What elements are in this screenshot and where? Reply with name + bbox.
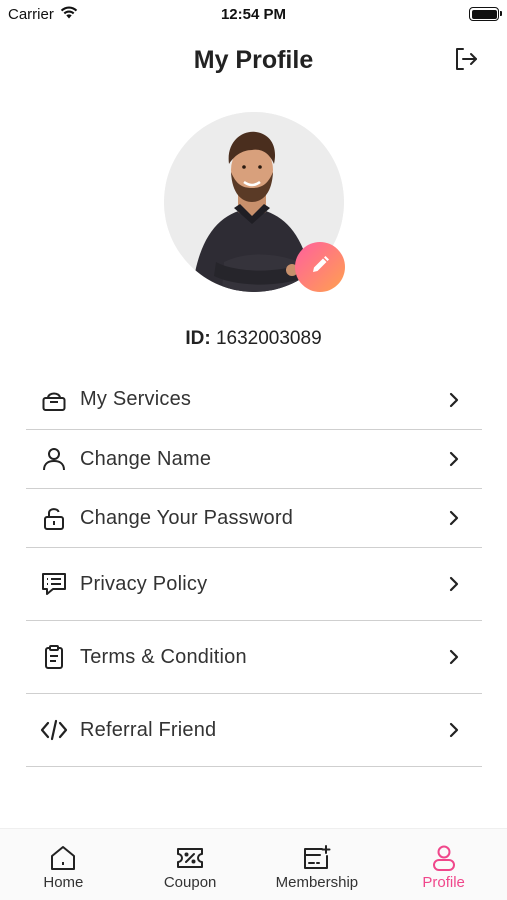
battery-icon bbox=[469, 7, 502, 21]
menu-item-label: Privacy Policy bbox=[80, 572, 208, 595]
nav-home[interactable]: Home bbox=[0, 829, 127, 900]
chevron-right-icon bbox=[446, 649, 462, 665]
nav-label: Profile bbox=[422, 874, 465, 891]
page-title: My Profile bbox=[193, 46, 314, 74]
nav-coupon[interactable]: Coupon bbox=[127, 829, 254, 900]
chevron-right-icon bbox=[446, 451, 462, 467]
menu-item-privacy-policy[interactable]: Privacy Policy bbox=[26, 548, 482, 621]
lock-box-icon bbox=[40, 386, 68, 414]
menu-item-change-name[interactable]: Change Name bbox=[26, 430, 482, 489]
user-id: ID: 1632003089 bbox=[0, 328, 507, 350]
menu-item-terms-condition[interactable]: Terms & Condition bbox=[26, 621, 482, 694]
edit-avatar-button[interactable] bbox=[295, 242, 345, 292]
chevron-right-icon bbox=[446, 392, 462, 408]
nav-membership[interactable]: Membership bbox=[254, 829, 381, 900]
chevron-right-icon bbox=[446, 576, 462, 592]
menu-item-referral-friend[interactable]: Referral Friend bbox=[26, 694, 482, 767]
clipboard-icon bbox=[40, 643, 68, 671]
profile-menu: My Services Change Name Change Your Pass… bbox=[26, 370, 482, 767]
logout-icon bbox=[453, 46, 479, 77]
padlock-icon bbox=[40, 504, 68, 532]
code-icon bbox=[40, 716, 68, 744]
chevron-right-icon bbox=[446, 510, 462, 526]
logout-button[interactable] bbox=[451, 46, 481, 76]
menu-item-change-password[interactable]: Change Your Password bbox=[26, 489, 482, 548]
nav-label: Membership bbox=[275, 874, 359, 891]
chevron-right-icon bbox=[446, 722, 462, 738]
menu-item-label: My Services bbox=[80, 388, 192, 410]
message-list-icon bbox=[40, 570, 68, 598]
nav-label: Coupon bbox=[163, 874, 217, 891]
menu-item-label: Terms & Condition bbox=[80, 645, 247, 668]
home-icon bbox=[48, 843, 78, 873]
coupon-icon bbox=[175, 843, 205, 873]
nav-profile[interactable]: Profile bbox=[380, 829, 507, 900]
membership-card-icon bbox=[302, 843, 332, 873]
menu-item-my-services[interactable]: My Services bbox=[26, 370, 482, 430]
menu-item-label: Referral Friend bbox=[80, 718, 217, 741]
profile-icon bbox=[429, 843, 459, 873]
pencil-icon bbox=[310, 255, 330, 280]
person-icon bbox=[40, 445, 68, 473]
menu-item-label: Change Name bbox=[80, 447, 212, 470]
user-id-label: ID: bbox=[185, 328, 211, 349]
nav-label: Home bbox=[43, 874, 84, 891]
profile-avatar-section bbox=[164, 112, 345, 292]
status-bar: Carrier 12:54 PM bbox=[0, 0, 507, 30]
menu-item-label: Change Your Password bbox=[80, 506, 294, 529]
user-id-value: 1632003089 bbox=[215, 328, 322, 349]
status-time: 12:54 PM bbox=[220, 6, 287, 23]
bottom-nav: Home Coupon Membership Profile bbox=[0, 828, 507, 900]
header: My Profile bbox=[0, 40, 507, 82]
